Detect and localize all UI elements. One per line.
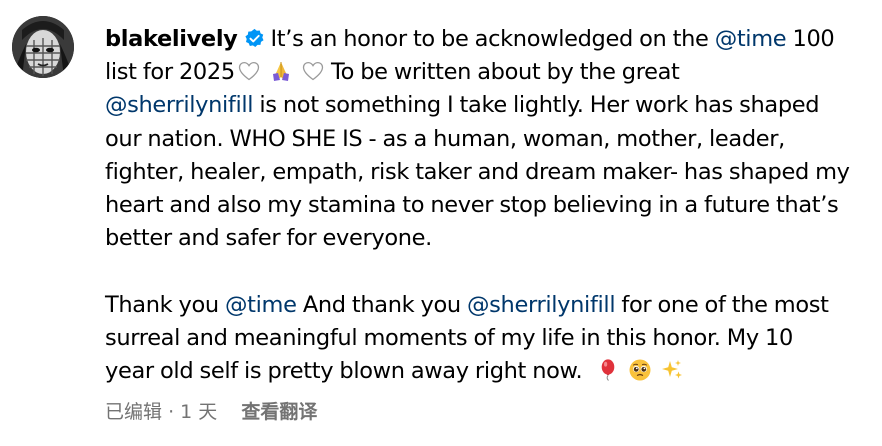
white-heart-icon <box>301 59 325 83</box>
edited-label: 已编辑 <box>105 401 163 423</box>
comment-text: blakelively It’s an honor to be acknowled… <box>105 23 875 388</box>
caption-text: for one of the most <box>615 291 829 318</box>
caption-text: year old self is pretty blown away right… <box>105 357 583 384</box>
caption-line-5: fighter, healer, empath, risk taker and … <box>105 158 850 185</box>
caption-text: 100 <box>786 26 835 52</box>
comment-meta: 已编辑 · 1 天 查看翻译 <box>105 399 317 425</box>
caption-line-1: blakelively It’s an honor to be acknowled… <box>105 23 875 56</box>
caption-text: is not something I take lightly. Her wor… <box>253 92 820 119</box>
mention-time-link[interactable]: @time <box>225 292 297 318</box>
white-heart-icon <box>237 59 261 83</box>
mention-time-link[interactable]: @time <box>715 26 787 52</box>
balloon-icon <box>596 358 620 382</box>
folded-hands-icon <box>269 59 293 83</box>
caption-line-6: heart and also my stamina to never stop … <box>105 191 839 218</box>
comment-post: blakelively It’s an honor to be acknowled… <box>0 0 882 446</box>
caption-text: To be written about by the great <box>324 59 680 86</box>
verified-badge-icon <box>244 28 265 49</box>
avatar-image <box>12 16 74 78</box>
mention-sherrilynifill-link[interactable]: @sherrilynifill <box>105 92 254 118</box>
mention-sherrilynifill-link[interactable]: @sherrilynifill <box>467 292 616 318</box>
pleading-face-icon <box>628 358 652 382</box>
caption-text: Thank you <box>105 291 226 318</box>
timestamp[interactable]: 1 天 <box>180 401 217 423</box>
caption-line-9: surreal and meaningful moments of my lif… <box>105 324 793 351</box>
profile-avatar[interactable] <box>12 16 74 78</box>
sparkles-icon <box>660 358 684 382</box>
username-link[interactable]: blakelively <box>105 26 238 52</box>
caption-line-3: @sherrilynifill is not something I take … <box>105 89 875 122</box>
caption-text: And thank you <box>296 291 468 318</box>
caption-text: list for 2025 <box>105 59 235 86</box>
caption-line-10: year old self is pretty blown away right… <box>105 355 875 388</box>
caption-line-7: better and safer for everyone. <box>105 225 432 252</box>
caption-line-4: our nation. WHO SHE IS - as a human, wom… <box>105 125 785 152</box>
caption-line-8: Thank you @time And thank you @sherrilyn… <box>105 289 875 322</box>
meta-separator: · <box>168 401 175 423</box>
see-translation-button[interactable]: 查看翻译 <box>241 401 317 423</box>
caption-text: It’s an honor to be acknowledged on the <box>270 26 715 52</box>
caption-line-2: list for 2025 To be written about by the… <box>105 56 875 89</box>
